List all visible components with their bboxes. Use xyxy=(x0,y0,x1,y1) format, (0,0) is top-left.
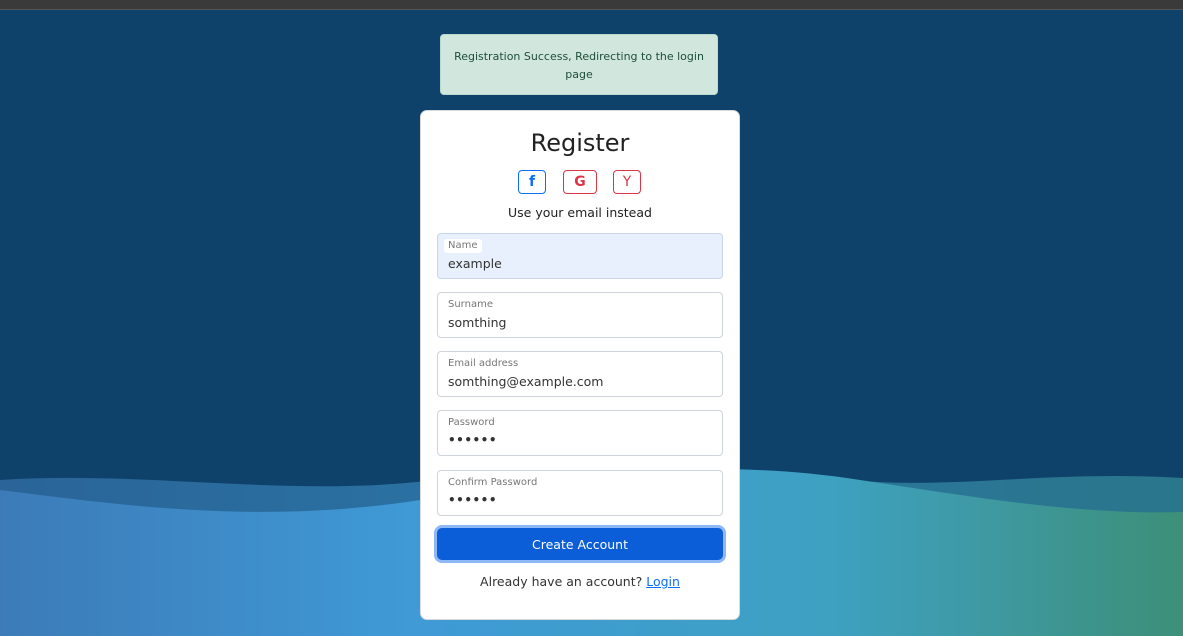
password-value: •••••• xyxy=(448,433,498,447)
password-field[interactable]: Password •••••• xyxy=(437,410,723,456)
alert-message: Registration Success, Redirecting to the… xyxy=(454,50,704,81)
email-value: somthing@example.com xyxy=(448,374,604,389)
yandex-icon: Y xyxy=(622,174,632,190)
name-label: Name xyxy=(444,239,482,253)
email-label: Email address xyxy=(448,358,519,369)
confirm-password-label: Confirm Password xyxy=(448,477,538,488)
success-alert: Registration Success, Redirecting to the… xyxy=(440,34,718,95)
login-prompt: Already have an account? Login xyxy=(421,574,739,589)
password-label: Password xyxy=(448,417,495,428)
name-field[interactable]: Name example xyxy=(437,233,723,279)
login-prompt-text: Already have an account? xyxy=(480,574,643,589)
facebook-login-button[interactable]: f xyxy=(518,170,546,194)
email-field[interactable]: Email address somthing@example.com xyxy=(437,351,723,397)
facebook-icon: f xyxy=(528,174,536,190)
confirm-password-field[interactable]: Confirm Password •••••• xyxy=(437,470,723,516)
surname-label: Surname xyxy=(448,299,493,310)
surname-field[interactable]: Surname somthing xyxy=(437,292,723,338)
surname-value: somthing xyxy=(448,315,507,330)
yandex-login-button[interactable]: Y xyxy=(613,170,641,194)
email-instead-text: Use your email instead xyxy=(508,205,652,220)
google-login-button[interactable]: G xyxy=(563,170,597,194)
login-link[interactable]: Login xyxy=(646,574,680,589)
create-account-button[interactable]: Create Account xyxy=(437,528,723,560)
google-icon: G xyxy=(574,174,586,190)
page-title: Register xyxy=(530,129,630,157)
name-value: example xyxy=(448,256,502,271)
register-card: Register f G Y Use your email instead Na… xyxy=(420,110,740,620)
confirm-password-value: •••••• xyxy=(448,493,498,507)
